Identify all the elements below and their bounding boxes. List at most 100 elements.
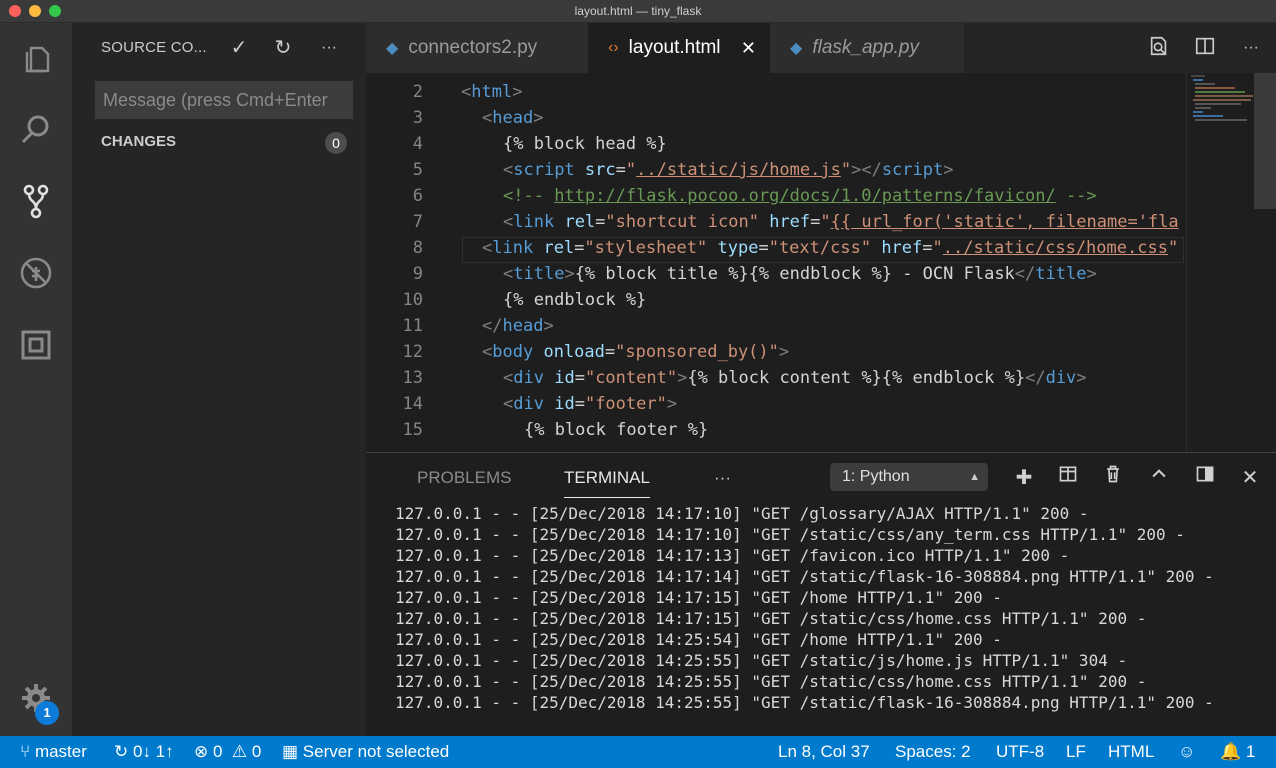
code-line[interactable]: 10 {% endblock %}	[366, 287, 1186, 313]
terminal-line: 127.0.0.1 - - [25/Dec/2018 14:17:13] "GE…	[395, 546, 1070, 565]
editor-more-icon[interactable]: ···	[1238, 35, 1264, 61]
terminal-line: 127.0.0.1 - - [25/Dec/2018 14:25:55] "GE…	[395, 693, 1214, 712]
tab-label: connectors2.py	[408, 37, 538, 58]
terminal-line: 127.0.0.1 - - [25/Dec/2018 14:25:55] "GE…	[395, 651, 1128, 670]
code-line[interactable]: 14 <div id="footer">	[366, 391, 1186, 417]
branch-icon: ⑂	[20, 742, 31, 761]
code-line[interactable]: 9 <title>{% block title %}{% endblock %} …	[366, 261, 1186, 287]
code-line[interactable]: 3 <head>	[366, 105, 1186, 131]
code-text: <link rel="stylesheet" type="text/css" h…	[482, 238, 1179, 258]
branch-name: master	[34, 742, 87, 761]
problems-status[interactable]: ⊗ 0 ⚠ 0	[194, 742, 261, 762]
more-actions-icon[interactable]: ···	[316, 35, 342, 61]
warning-icon: ⚠	[227, 742, 248, 761]
maximize-panel-icon[interactable]	[1145, 464, 1173, 492]
status-bar: ⑂ master ↻ 0↓ 1↑ ⊗ 0 ⚠ 0 ▦ Server not se…	[0, 736, 1276, 768]
activity-bar	[0, 23, 72, 736]
tab-connectors2[interactable]: ◆ connectors2.py	[366, 23, 588, 73]
code-editor[interactable]: 2 <html> 3 <head> 4 {% block head %} 5 <script …	[366, 73, 1276, 452]
search-icon[interactable]	[16, 109, 56, 149]
extensions-icon[interactable]	[16, 325, 56, 365]
code-text: <head>	[482, 108, 544, 128]
code-text: </head>	[482, 316, 554, 336]
changes-count-badge: 0	[325, 132, 347, 154]
tab-label: layout.html	[628, 37, 721, 58]
split-terminal-icon[interactable]	[1054, 464, 1082, 492]
close-panel-icon[interactable]: ✕	[1236, 464, 1264, 492]
code-text: {% block head %}	[503, 134, 667, 154]
close-icon[interactable]: ✕	[741, 38, 756, 59]
terminal-select[interactable]: 1: Python ▲	[830, 463, 988, 491]
cursor-position[interactable]: Ln 8, Col 37	[778, 742, 870, 762]
bottom-panel: PROBLEMS TERMINAL ··· 1: Python ▲ ✚ ✕ 12…	[366, 452, 1276, 737]
editor-scrollbar-thumb[interactable]	[1254, 73, 1276, 209]
code-text: {% endblock %}	[503, 290, 647, 310]
code-text: <script src="../static/js/home.js"></scr…	[503, 160, 954, 180]
code-line[interactable]: 6 <!-- http://flask.pocoo.org/docs/1.0/pa…	[366, 183, 1186, 209]
minimap[interactable]	[1186, 73, 1257, 452]
line-number: 7	[412, 212, 423, 232]
tab-flask-app[interactable]: ◆ flask_app.py	[770, 23, 964, 73]
code-line[interactable]: 11 </head>	[366, 313, 1186, 339]
line-number: 8	[412, 238, 423, 258]
language-status[interactable]: HTML	[1108, 742, 1154, 762]
line-number: 13	[402, 368, 423, 388]
explorer-icon[interactable]	[16, 37, 56, 77]
notifications-status[interactable]: 🔔 1	[1220, 742, 1255, 762]
code-text: <div id="footer">	[503, 394, 678, 414]
split-editor-icon[interactable]	[1192, 35, 1218, 61]
tab-problems[interactable]: PROBLEMS	[417, 468, 511, 488]
code-text: <div id="content">{% block content %}{% …	[503, 368, 1087, 388]
server-label: Server not selected	[302, 742, 450, 761]
code-line[interactable]: 7 <link rel="shortcut icon" href="{{ url_…	[366, 209, 1186, 235]
code-line[interactable]: 15 {% block footer %}	[366, 417, 1186, 443]
sync-status[interactable]: ↻ 0↓ 1↑	[114, 742, 174, 762]
code-line[interactable]: 8 <link rel="stylesheet" type="text/css" …	[366, 235, 1186, 261]
sidebar-title: SOURCE CO...	[101, 39, 207, 56]
error-count: 0	[212, 742, 223, 761]
eol-status[interactable]: LF	[1066, 742, 1086, 762]
code-line[interactable]: 13 <div id="content">{% block content %}{…	[366, 365, 1186, 391]
title-bar: layout.html — tiny_flask	[0, 0, 1276, 23]
python-icon: ◆	[790, 40, 803, 57]
code-text: {% block footer %}	[524, 420, 709, 440]
terminal-line: 127.0.0.1 - - [25/Dec/2018 14:17:10] "GE…	[395, 525, 1185, 544]
code-text: <!-- http://flask.pocoo.org/docs/1.0/pat…	[503, 186, 1097, 206]
terminal-line: 127.0.0.1 - - [25/Dec/2018 14:25:54] "GE…	[395, 630, 1002, 649]
changes-header[interactable]: CHANGES	[101, 133, 176, 150]
encoding-status[interactable]: UTF-8	[996, 742, 1044, 762]
trash-icon[interactable]	[1099, 464, 1127, 492]
terminal-line: 127.0.0.1 - - [25/Dec/2018 14:25:55] "GE…	[395, 672, 1147, 691]
commit-message-input[interactable]	[95, 81, 353, 119]
code-text: <html>	[461, 82, 523, 102]
new-terminal-icon[interactable]: ✚	[1010, 464, 1038, 492]
debug-icon[interactable]	[16, 253, 56, 293]
open-preview-icon[interactable]	[1146, 35, 1172, 61]
terminal-line: 127.0.0.1 - - [25/Dec/2018 14:17:10] "GE…	[395, 504, 1089, 523]
refresh-icon[interactable]: ↻	[270, 35, 296, 61]
tab-layout-html[interactable]: ‹› layout.html ✕	[588, 23, 770, 73]
panel-more-icon[interactable]: ···	[714, 468, 731, 488]
server-status[interactable]: ▦ Server not selected	[282, 742, 449, 762]
toggle-panel-position-icon[interactable]	[1191, 464, 1219, 492]
line-number: 5	[412, 160, 423, 180]
line-number: 12	[402, 342, 423, 362]
terminal-select-value: 1: Python	[842, 468, 910, 485]
line-number: 3	[412, 108, 423, 128]
code-line[interactable]: 2 <html>	[366, 79, 1186, 105]
branch-status[interactable]: ⑂ master	[20, 742, 87, 762]
source-control-icon[interactable]	[16, 181, 56, 221]
indentation-status[interactable]: Spaces: 2	[895, 742, 971, 762]
code-line[interactable]: 5 <script src="../static/js/home.js"></sc…	[366, 157, 1186, 183]
notification-count: 1	[1245, 742, 1256, 761]
line-number: 11	[402, 316, 423, 336]
tab-terminal[interactable]: TERMINAL	[564, 468, 650, 488]
commit-check-icon[interactable]: ✓	[226, 35, 252, 61]
source-control-sidebar: SOURCE CO... ✓ ↻ ··· CHANGES 0	[72, 23, 366, 736]
feedback-smiley-icon[interactable]: ☺	[1178, 742, 1195, 762]
server-icon: ▦	[282, 742, 299, 761]
line-number: 10	[402, 290, 423, 310]
code-line[interactable]: 12 <body onload="sponsored_by()">	[366, 339, 1186, 365]
line-number: 4	[412, 134, 423, 154]
code-line[interactable]: 4 {% block head %}	[366, 131, 1186, 157]
